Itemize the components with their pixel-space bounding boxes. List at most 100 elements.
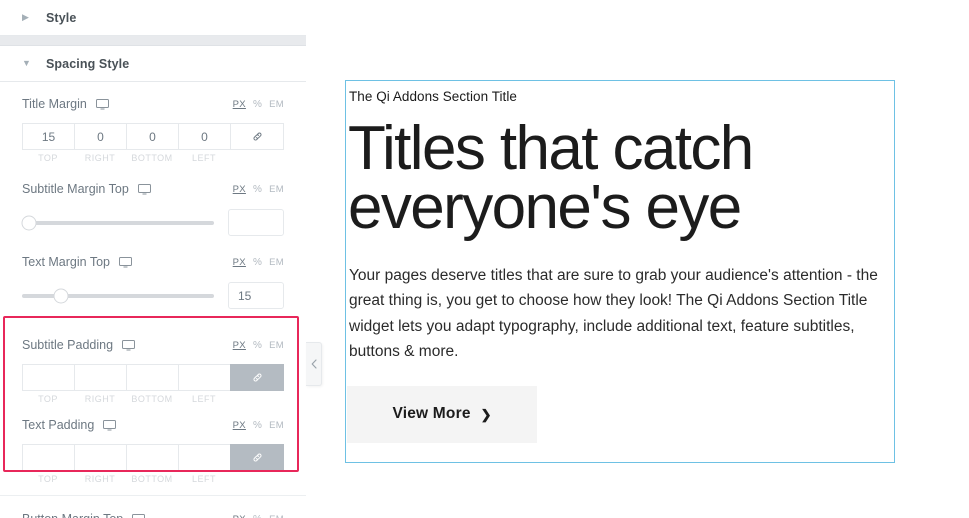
unit-switcher: PX % EM <box>233 340 284 351</box>
desktop-icon[interactable] <box>132 513 146 518</box>
section-title-widget[interactable]: The Qi Addons Section Title Titles that … <box>345 80 895 463</box>
dimension-inputs <box>22 364 284 391</box>
slider-control <box>21 209 284 236</box>
unit-px[interactable]: PX <box>233 340 246 351</box>
dimension-input-bottom[interactable]: 0 <box>126 123 178 150</box>
control-label: Text Padding <box>22 418 95 432</box>
unit-percent[interactable]: % <box>253 257 262 268</box>
dimension-input-right[interactable]: 0 <box>74 123 126 150</box>
dimension-label-top: TOP <box>38 153 58 163</box>
dimension-input-left[interactable] <box>178 444 230 471</box>
widget-subtitle: The Qi Addons Section Title <box>349 89 517 104</box>
control-label: Button Margin Top <box>22 512 123 518</box>
desktop-icon[interactable] <box>95 98 109 110</box>
control-text-padding: Text Padding PX % EM TOP RIGHT BOTTOM LE… <box>0 404 306 484</box>
dimension-input-top[interactable] <box>22 444 74 471</box>
dimension-label-right: RIGHT <box>84 153 116 163</box>
elementor-editor-screen: ▶ Style ▼ Spacing Style Title Margin PX … <box>0 0 969 518</box>
slider-control: 15 <box>22 282 284 309</box>
dimension-inputs <box>22 444 284 471</box>
dimension-label-left: LEFT <box>191 474 216 484</box>
control-subtitle-margin-top: Subtitle Margin Top PX % EM <box>0 163 306 236</box>
control-label: Title Margin <box>22 97 87 111</box>
control-label-row: Button Margin Top PX % EM <box>22 505 284 518</box>
slider-value-input[interactable] <box>228 209 284 236</box>
unit-em[interactable]: EM <box>269 99 284 110</box>
dimension-label-top: TOP <box>38 394 58 404</box>
unit-em[interactable]: EM <box>269 420 284 431</box>
link-values-toggle[interactable] <box>230 123 284 150</box>
control-text-margin-top: Text Margin Top PX % EM 15 <box>0 236 306 309</box>
dimension-input-right[interactable] <box>74 364 126 391</box>
control-button-margin-top: Button Margin Top PX % EM <box>0 496 306 518</box>
view-more-button[interactable]: View More ❯ <box>347 385 537 443</box>
control-label-row: Title Margin PX % EM <box>22 90 284 118</box>
dimension-label-left: LEFT <box>191 394 216 404</box>
desktop-icon[interactable] <box>137 183 151 195</box>
unit-percent[interactable]: % <box>253 340 262 351</box>
dimension-input-right[interactable] <box>74 444 126 471</box>
view-more-button-label: View More <box>392 405 471 423</box>
dimension-labels: TOP RIGHT BOTTOM LEFT <box>22 153 284 163</box>
slider-handle[interactable] <box>21 215 37 230</box>
dimension-input-left[interactable] <box>178 364 230 391</box>
page-preview-canvas: The Qi Addons Section Title Titles that … <box>306 0 969 518</box>
caret-down-icon: ▼ <box>22 58 31 68</box>
control-label-row: Subtitle Padding PX % EM <box>22 331 284 359</box>
unit-em[interactable]: EM <box>269 184 284 195</box>
caret-right-icon: ▶ <box>22 12 29 22</box>
dimension-input-top[interactable] <box>22 364 74 391</box>
slider-track <box>22 220 214 225</box>
dimension-input-top[interactable]: 15 <box>22 123 74 150</box>
dimension-input-bottom[interactable] <box>126 444 178 471</box>
dimension-input-bottom[interactable] <box>126 364 178 391</box>
unit-percent[interactable]: % <box>253 420 262 431</box>
unit-switcher: PX % EM <box>233 514 284 518</box>
slider-track-wrap[interactable] <box>22 285 228 307</box>
control-label: Subtitle Padding <box>22 338 114 352</box>
unit-switcher: PX % EM <box>233 257 284 268</box>
desktop-icon[interactable] <box>122 339 136 351</box>
dimension-labels: TOP RIGHT BOTTOM LEFT <box>22 474 284 484</box>
slider-handle[interactable] <box>53 288 69 303</box>
section-title-spacing-style: Spacing Style <box>46 56 130 71</box>
slider-track <box>22 293 214 298</box>
unit-px[interactable]: PX <box>233 184 246 195</box>
desktop-icon[interactable] <box>103 419 117 431</box>
unit-percent[interactable]: % <box>253 514 262 518</box>
unit-em[interactable]: EM <box>269 514 284 518</box>
section-separator <box>0 36 306 46</box>
control-title-margin: Title Margin PX % EM 15 0 0 0 TOP RIGHT … <box>0 82 306 163</box>
section-header-spacing-style[interactable]: ▼ Spacing Style <box>0 46 306 82</box>
dimension-label-top: TOP <box>38 474 58 484</box>
dimension-labels: TOP RIGHT BOTTOM LEFT <box>22 394 284 404</box>
unit-px[interactable]: PX <box>233 514 246 518</box>
dimension-label-left: LEFT <box>191 153 216 163</box>
link-values-toggle[interactable] <box>230 364 284 391</box>
dimension-label-spacer <box>230 474 284 484</box>
chevron-right-icon: ❯ <box>480 406 492 422</box>
unit-em[interactable]: EM <box>269 340 284 351</box>
unit-switcher: PX % EM <box>233 99 284 110</box>
unit-px[interactable]: PX <box>233 420 246 431</box>
unit-percent[interactable]: % <box>253 184 262 195</box>
unit-percent[interactable]: % <box>253 99 262 110</box>
desktop-icon[interactable] <box>119 256 133 268</box>
unit-px[interactable]: PX <box>233 99 246 110</box>
dimension-label-bottom: BOTTOM <box>131 474 173 484</box>
slider-track-wrap[interactable] <box>21 212 228 234</box>
control-label: Subtitle Margin Top <box>22 182 129 196</box>
dimension-input-left[interactable]: 0 <box>178 123 230 150</box>
dimension-label-bottom: BOTTOM <box>131 153 173 163</box>
control-subtitle-padding: Subtitle Padding PX % EM TOP RIGHT BOTTO… <box>0 323 306 404</box>
slider-value-input[interactable]: 15 <box>228 282 284 309</box>
link-values-toggle[interactable] <box>230 444 284 471</box>
control-label-row: Text Margin Top PX % EM <box>22 248 284 276</box>
unit-em[interactable]: EM <box>269 257 284 268</box>
section-header-style[interactable]: ▶ Style <box>0 0 306 36</box>
unit-px[interactable]: PX <box>233 257 246 268</box>
dimension-label-spacer <box>230 394 284 404</box>
panel-collapse-handle[interactable] <box>306 342 322 386</box>
control-label: Text Margin Top <box>22 255 111 269</box>
